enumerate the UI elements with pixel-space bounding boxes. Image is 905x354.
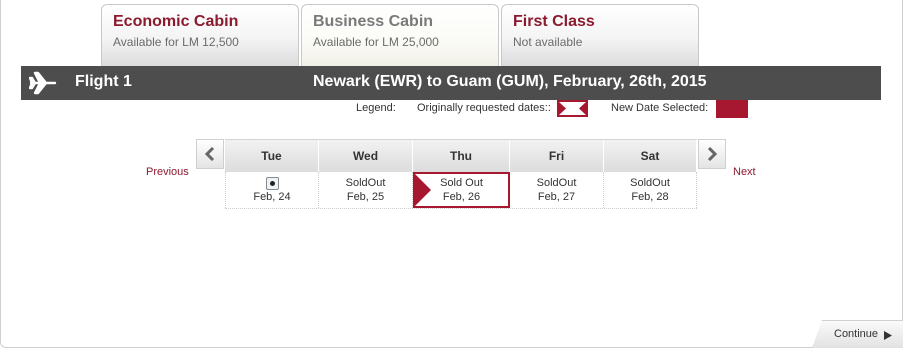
flight-header-bar: Flight 1 Newark (EWR) to Guam (GUM), Feb… — [21, 66, 881, 100]
tab-subtitle: Available for LM 25,000 — [313, 35, 439, 49]
day-header: Sat — [604, 140, 697, 172]
date-cell-feb-28[interactable]: SoldOut Feb, 28 — [604, 172, 697, 208]
tab-first-class[interactable]: First Class Not available — [501, 4, 699, 66]
flight-route: Newark (EWR) to Guam (GUM), February, 26… — [313, 73, 707, 90]
tab-title: Economic Cabin — [113, 13, 239, 30]
date-text: Feb, 25 — [346, 191, 385, 203]
legend-original-label: Originally requested dates:: — [417, 102, 551, 114]
date-status: SoldOut — [536, 177, 577, 189]
legend-new-label: New Date Selected: — [611, 102, 709, 114]
chevron-right-icon — [707, 147, 718, 161]
day-header: Thu — [413, 140, 510, 172]
tab-economic-cabin[interactable]: Economic Cabin Available for LM 12,500 — [101, 4, 299, 66]
date-status: SoldOut — [345, 177, 386, 189]
flight-label: Flight 1 — [75, 73, 132, 90]
chevron-left-icon — [204, 147, 215, 161]
caret-right-icon — [884, 331, 892, 340]
legend-original-swatch — [557, 100, 588, 117]
next-button[interactable] — [698, 139, 726, 169]
date-cell-feb-26[interactable]: Sold Out Feb, 26 — [413, 172, 510, 208]
tab-subtitle: Not available — [513, 35, 583, 49]
day-header: Wed — [319, 140, 413, 172]
calendar-header: Tue Wed Thu Fri Sat — [225, 139, 697, 172]
day-header: Tue — [225, 140, 319, 172]
day-header: Fri — [510, 140, 604, 172]
continue-label: Continue — [834, 328, 879, 340]
selected-marker-icon — [415, 174, 431, 206]
date-status: SoldOut — [630, 177, 670, 189]
tab-business-cabin[interactable]: Business Cabin Available for LM 25,000 — [301, 4, 499, 66]
date-cell-feb-27[interactable]: SoldOut Feb, 27 — [510, 172, 604, 208]
tab-title: First Class — [513, 13, 595, 30]
previous-button[interactable] — [196, 139, 224, 169]
date-calendar: Tue Wed Thu Fri Sat Feb, 24 SoldOut Feb,… — [225, 139, 697, 209]
date-text: Feb, 24 — [253, 191, 291, 203]
cabin-tabs: Economic Cabin Available for LM 12,500 B… — [101, 4, 701, 66]
calendar-row: Feb, 24 SoldOut Feb, 25 Sold Out Feb, 26… — [225, 172, 697, 209]
legend-new-swatch — [716, 100, 748, 118]
date-cell-feb-25[interactable]: SoldOut Feb, 25 — [319, 172, 413, 208]
tab-subtitle: Available for LM 12,500 — [113, 35, 239, 49]
date-cell-feb-24[interactable]: Feb, 24 — [225, 172, 319, 208]
date-text: Feb, 27 — [537, 191, 576, 203]
date-text: Feb, 28 — [631, 191, 669, 203]
date-radio[interactable] — [265, 176, 279, 190]
continue-button[interactable]: Continue — [812, 320, 903, 348]
next-link[interactable]: Next — [733, 166, 756, 178]
legend-label: Legend: — [356, 102, 396, 114]
swatch-wedge-icon — [559, 102, 586, 115]
previous-link[interactable]: Previous — [146, 166, 189, 178]
tab-title: Business Cabin — [313, 13, 434, 30]
airplane-icon — [29, 71, 57, 95]
